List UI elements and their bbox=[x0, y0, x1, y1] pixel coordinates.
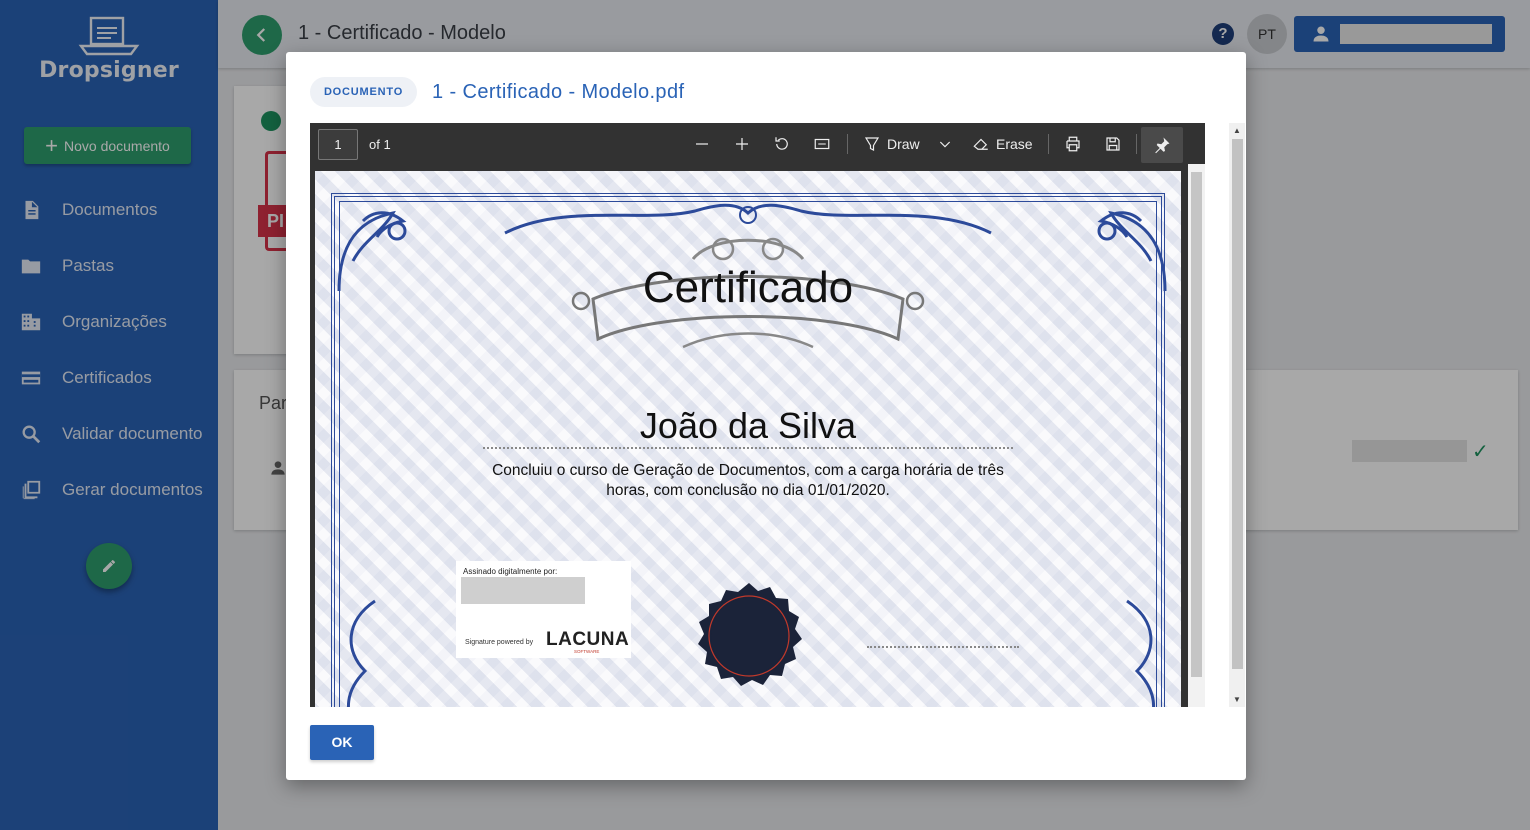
powered-by-label: Signature powered by bbox=[465, 639, 534, 646]
pdf-scrollbar[interactable] bbox=[1188, 164, 1205, 707]
erase-label: Erase bbox=[996, 136, 1033, 152]
recipient-name: João da Silva bbox=[639, 405, 857, 446]
bottom-left-ornament-icon bbox=[346, 599, 376, 707]
digital-signature-stamp: Assinado digitalmente por: Signature pow… bbox=[456, 561, 631, 658]
dialog-scrollbar[interactable]: ▲ ▼ bbox=[1229, 123, 1245, 707]
pdf-toolbar: 1 of 1 Draw Erase bbox=[310, 124, 1205, 164]
seal-icon bbox=[698, 583, 802, 686]
signature-line bbox=[867, 646, 1019, 648]
erase-button[interactable]: Erase bbox=[972, 132, 1033, 156]
page-number-input[interactable]: 1 bbox=[318, 129, 358, 160]
fit-page-button[interactable] bbox=[813, 132, 831, 156]
bottom-right-ornament-icon bbox=[1126, 599, 1156, 707]
plus-icon bbox=[736, 138, 748, 150]
print-icon bbox=[1066, 136, 1080, 152]
ok-button[interactable]: OK bbox=[310, 725, 374, 760]
pdf-viewer[interactable]: 1 of 1 Draw Erase Certificado João da Si… bbox=[310, 123, 1205, 707]
lacuna-logo: LACUNA bbox=[546, 629, 630, 650]
print-button[interactable] bbox=[1064, 132, 1082, 156]
minus-icon bbox=[696, 143, 708, 145]
draw-label: Draw bbox=[887, 136, 920, 152]
eraser-icon bbox=[973, 138, 988, 150]
fit-width-icon bbox=[814, 138, 830, 150]
lacuna-logo-sub: SOFTWARE bbox=[574, 649, 600, 654]
certificate-heading: Certificado bbox=[642, 263, 854, 312]
page-count: of 1 bbox=[369, 137, 391, 152]
signer-name-redacted bbox=[461, 577, 585, 604]
zoom-in-button[interactable] bbox=[733, 132, 751, 156]
pin-icon bbox=[1155, 137, 1170, 154]
name-underline bbox=[483, 447, 1013, 449]
dialog-title: 1 - Certificado - Modelo.pdf bbox=[432, 81, 685, 103]
certificate-description: Concluiu o curso de Geração de Documento… bbox=[492, 462, 1004, 499]
chevron-down-icon bbox=[939, 141, 951, 148]
save-button[interactable] bbox=[1104, 132, 1122, 156]
zoom-out-button[interactable] bbox=[693, 132, 711, 156]
draw-icon bbox=[864, 137, 880, 151]
draw-options-button[interactable] bbox=[937, 132, 953, 156]
pdf-page: Certificado João da Silva Concluiu o cur… bbox=[315, 171, 1181, 707]
save-icon bbox=[1106, 137, 1120, 151]
signed-by-label: Assinado digitalmente por: bbox=[463, 567, 558, 576]
pin-toolbar-button[interactable] bbox=[1141, 127, 1183, 163]
draw-button[interactable]: Draw bbox=[863, 132, 920, 156]
rotate-button[interactable] bbox=[773, 132, 791, 156]
rotate-icon bbox=[775, 137, 788, 150]
document-chip: DOCUMENTO bbox=[310, 77, 417, 107]
document-preview-dialog: DOCUMENTO 1 - Certificado - Modelo.pdf 1… bbox=[286, 52, 1246, 780]
